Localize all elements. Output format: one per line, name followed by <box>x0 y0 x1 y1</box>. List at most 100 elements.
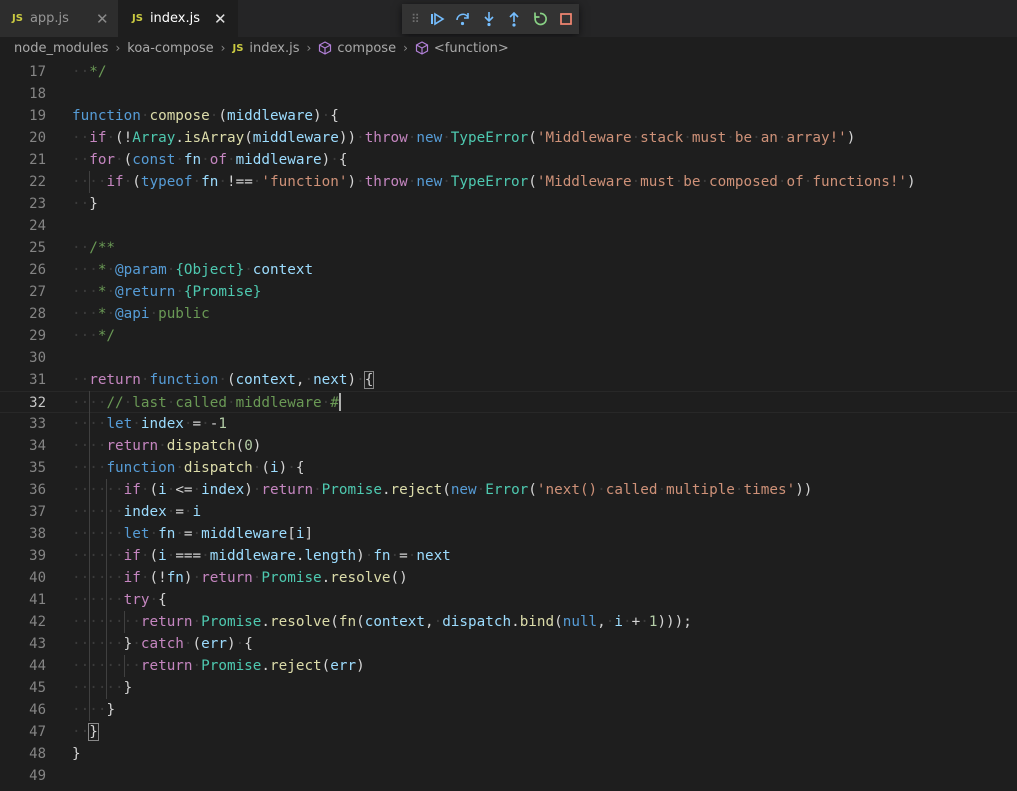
code-line[interactable]: 38 ······let·fn·=·middleware[i] <box>0 523 1017 545</box>
code-text: ···*·@api·public <box>72 306 210 322</box>
code-line[interactable]: 27 ···*·@return·{Promise} <box>0 281 1017 303</box>
code-text: ··*/ <box>72 64 107 80</box>
code-line[interactable]: 33 ····let·index·=·-1 <box>0 413 1017 435</box>
code-text: } <box>72 746 81 762</box>
line-number[interactable]: 29 <box>0 325 46 347</box>
tab-index-js[interactable]: JS index.js ✕ <box>118 0 238 37</box>
js-file-icon: JS <box>12 13 23 24</box>
method-cube-icon <box>415 41 429 55</box>
line-number[interactable]: 37 <box>0 501 46 523</box>
line-number[interactable]: 26 <box>0 259 46 281</box>
code-line[interactable]: 29 ···*/ <box>0 325 1017 347</box>
line-number[interactable]: 48 <box>0 743 46 765</box>
code-line[interactable]: 43 ······}·catch·(err)·{ <box>0 633 1017 655</box>
code-line[interactable]: 35 ····function·dispatch·(i)·{ <box>0 457 1017 479</box>
code-line[interactable]: 49 <box>0 765 1017 787</box>
code-line[interactable]: 21 ··for·(const·fn·of·middleware)·{ <box>0 149 1017 171</box>
code-line[interactable]: 46 ····} <box>0 699 1017 721</box>
code-line[interactable]: 23 ··} <box>0 193 1017 215</box>
code-text: ··} <box>72 723 99 741</box>
close-icon[interactable]: ✕ <box>214 10 227 28</box>
line-number[interactable]: 32 <box>0 392 46 414</box>
continue-icon[interactable] <box>424 7 450 31</box>
line-number[interactable]: 36 <box>0 479 46 501</box>
line-number[interactable]: 34 <box>0 435 46 457</box>
line-number[interactable]: 39 <box>0 545 46 567</box>
code-line[interactable]: 42 ········return·Promise.resolve(fn(cont… <box>0 611 1017 633</box>
line-number[interactable]: 18 <box>0 83 46 105</box>
line-number[interactable]: 23 <box>0 193 46 215</box>
code-text: ··return·function·(context,·next)·{ <box>72 371 375 389</box>
line-number[interactable]: 19 <box>0 105 46 127</box>
stop-icon[interactable] <box>553 7 579 31</box>
line-number[interactable]: 38 <box>0 523 46 545</box>
code-line[interactable]: 36 ······if·(i·<=·index)·return·Promise.r… <box>0 479 1017 501</box>
step-into-icon[interactable] <box>476 7 502 31</box>
line-number[interactable]: 33 <box>0 413 46 435</box>
line-number[interactable]: 25 <box>0 237 46 259</box>
line-number[interactable]: 45 <box>0 677 46 699</box>
code-text: ····} <box>72 702 116 718</box>
line-number[interactable]: 49 <box>0 765 46 787</box>
line-number[interactable]: 47 <box>0 721 46 743</box>
code-line[interactable]: 44 ········return·Promise.reject(err) <box>0 655 1017 677</box>
line-number[interactable]: 27 <box>0 281 46 303</box>
code-line[interactable]: 48} <box>0 743 1017 765</box>
code-line[interactable]: 30 <box>0 347 1017 369</box>
step-over-icon[interactable] <box>450 7 476 31</box>
code-text: ········return·Promise.reject(err) <box>72 658 365 674</box>
tab-app-js[interactable]: JS app.js ✕ <box>0 0 118 37</box>
code-line[interactable]: 28 ···*·@api·public <box>0 303 1017 325</box>
drag-grip-icon[interactable]: ⠿ <box>406 12 424 26</box>
line-number[interactable]: 44 <box>0 655 46 677</box>
breadcrumb-index-js[interactable]: JS index.js <box>232 41 299 56</box>
code-line[interactable]: 34 ····return·dispatch(0) <box>0 435 1017 457</box>
line-number[interactable]: 42 <box>0 611 46 633</box>
line-number[interactable]: 40 <box>0 567 46 589</box>
line-number[interactable]: 22 <box>0 171 46 193</box>
code-text: ······let·fn·=·middleware[i] <box>72 526 314 542</box>
code-line[interactable]: 22 ····if·(typeof·fn·!==·'function')·thro… <box>0 171 1017 193</box>
line-number[interactable]: 17 <box>0 61 46 83</box>
code-line[interactable]: 39 ······if·(i·===·middleware.length)·fn·… <box>0 545 1017 567</box>
code-line[interactable]: 45 ······} <box>0 677 1017 699</box>
code-line[interactable]: 31 ··return·function·(context,·next)·{ <box>0 369 1017 391</box>
breadcrumb-function[interactable]: <function> <box>415 41 509 56</box>
code-line[interactable]: 18 <box>0 83 1017 105</box>
code-line[interactable]: 24 <box>0 215 1017 237</box>
code-text: ······if·(i·<=·index)·return·Promise.rej… <box>72 482 813 498</box>
restart-icon[interactable] <box>527 7 553 31</box>
breadcrumb-node-modules[interactable]: node_modules <box>14 41 108 56</box>
code-line[interactable]: 25 ··/** <box>0 237 1017 259</box>
line-number[interactable]: 30 <box>0 347 46 369</box>
code-text: ······}·catch·(err)·{ <box>72 636 253 652</box>
code-line[interactable]: 37 ······index·=·i <box>0 501 1017 523</box>
line-number[interactable]: 43 <box>0 633 46 655</box>
line-number[interactable]: 46 <box>0 699 46 721</box>
code-line[interactable]: 17 ··*/ <box>0 61 1017 83</box>
code-text: function·compose·(middleware)·{ <box>72 108 339 124</box>
text-cursor <box>338 393 341 411</box>
code-line[interactable]: 32 ····//·last·called·middleware·# <box>0 391 1017 413</box>
step-out-icon[interactable] <box>501 7 527 31</box>
code-line[interactable]: 20 ··if·(!Array.isArray(middleware))·thro… <box>0 127 1017 149</box>
code-line[interactable]: 26 ···*·@param·{Object}·context <box>0 259 1017 281</box>
line-number[interactable]: 35 <box>0 457 46 479</box>
code-editor[interactable]: 17 ··*/ 18 19 function·compose·(middleware)·… <box>0 60 1017 791</box>
code-line[interactable]: 41 ······try·{ <box>0 589 1017 611</box>
line-number[interactable]: 31 <box>0 369 46 391</box>
line-number[interactable]: 28 <box>0 303 46 325</box>
line-number[interactable]: 21 <box>0 149 46 171</box>
close-icon[interactable]: ✕ <box>96 10 109 28</box>
indent-guide <box>123 611 125 633</box>
code-text: ··for·(const·fn·of·middleware)·{ <box>72 152 348 168</box>
code-line[interactable]: 19 function·compose·(middleware)·{ <box>0 105 1017 127</box>
breadcrumb-compose[interactable]: compose <box>318 41 396 56</box>
line-number[interactable]: 20 <box>0 127 46 149</box>
code-line[interactable]: 40 ······if·(!fn)·return·Promise.resolve(… <box>0 567 1017 589</box>
code-line[interactable]: 47 ··} <box>0 721 1017 743</box>
line-number[interactable]: 41 <box>0 589 46 611</box>
line-number[interactable]: 24 <box>0 215 46 237</box>
code-text: ···*/ <box>72 328 116 344</box>
breadcrumb-koa-compose[interactable]: koa-compose <box>127 41 213 56</box>
